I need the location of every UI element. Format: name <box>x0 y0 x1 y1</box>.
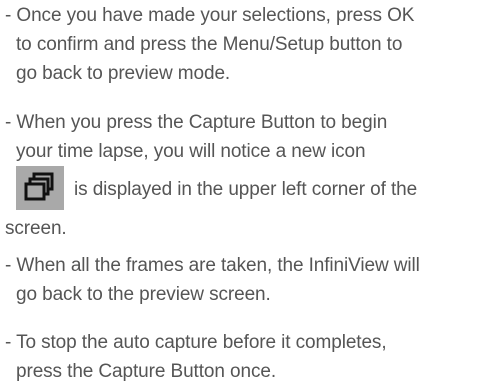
text-line: - When you press the Capture Button to b… <box>5 112 388 133</box>
text-line: go back to preview mode. <box>16 63 231 84</box>
text-line: - When all the frames are taken, the Inf… <box>5 255 420 276</box>
instruction-item-3: - When all the frames are taken, the Inf… <box>5 251 495 309</box>
text-line: - To stop the auto capture before it com… <box>5 332 387 353</box>
text-line: press the Capture Button once. <box>16 361 276 382</box>
text-line: your time lapse, you will notice a new i… <box>16 141 366 162</box>
icon-line: is displayed in the upper left corner of… <box>5 166 495 214</box>
instruction-item-4: - To stop the auto capture before it com… <box>5 328 495 386</box>
instruction-item-2: - When you press the Capture Button to b… <box>5 108 495 243</box>
text-line: - Once you have made your selections, pr… <box>5 5 415 26</box>
instruction-item-1: - Once you have made your selections, pr… <box>5 1 495 88</box>
text-line: screen. <box>5 218 67 239</box>
text-line: to confirm and press the Menu/Setup butt… <box>16 34 403 55</box>
stacked-frames-icon <box>16 166 64 210</box>
text-line: go back to the preview screen. <box>16 284 271 305</box>
icon-line-text: is displayed in the upper left corner of… <box>74 179 418 200</box>
